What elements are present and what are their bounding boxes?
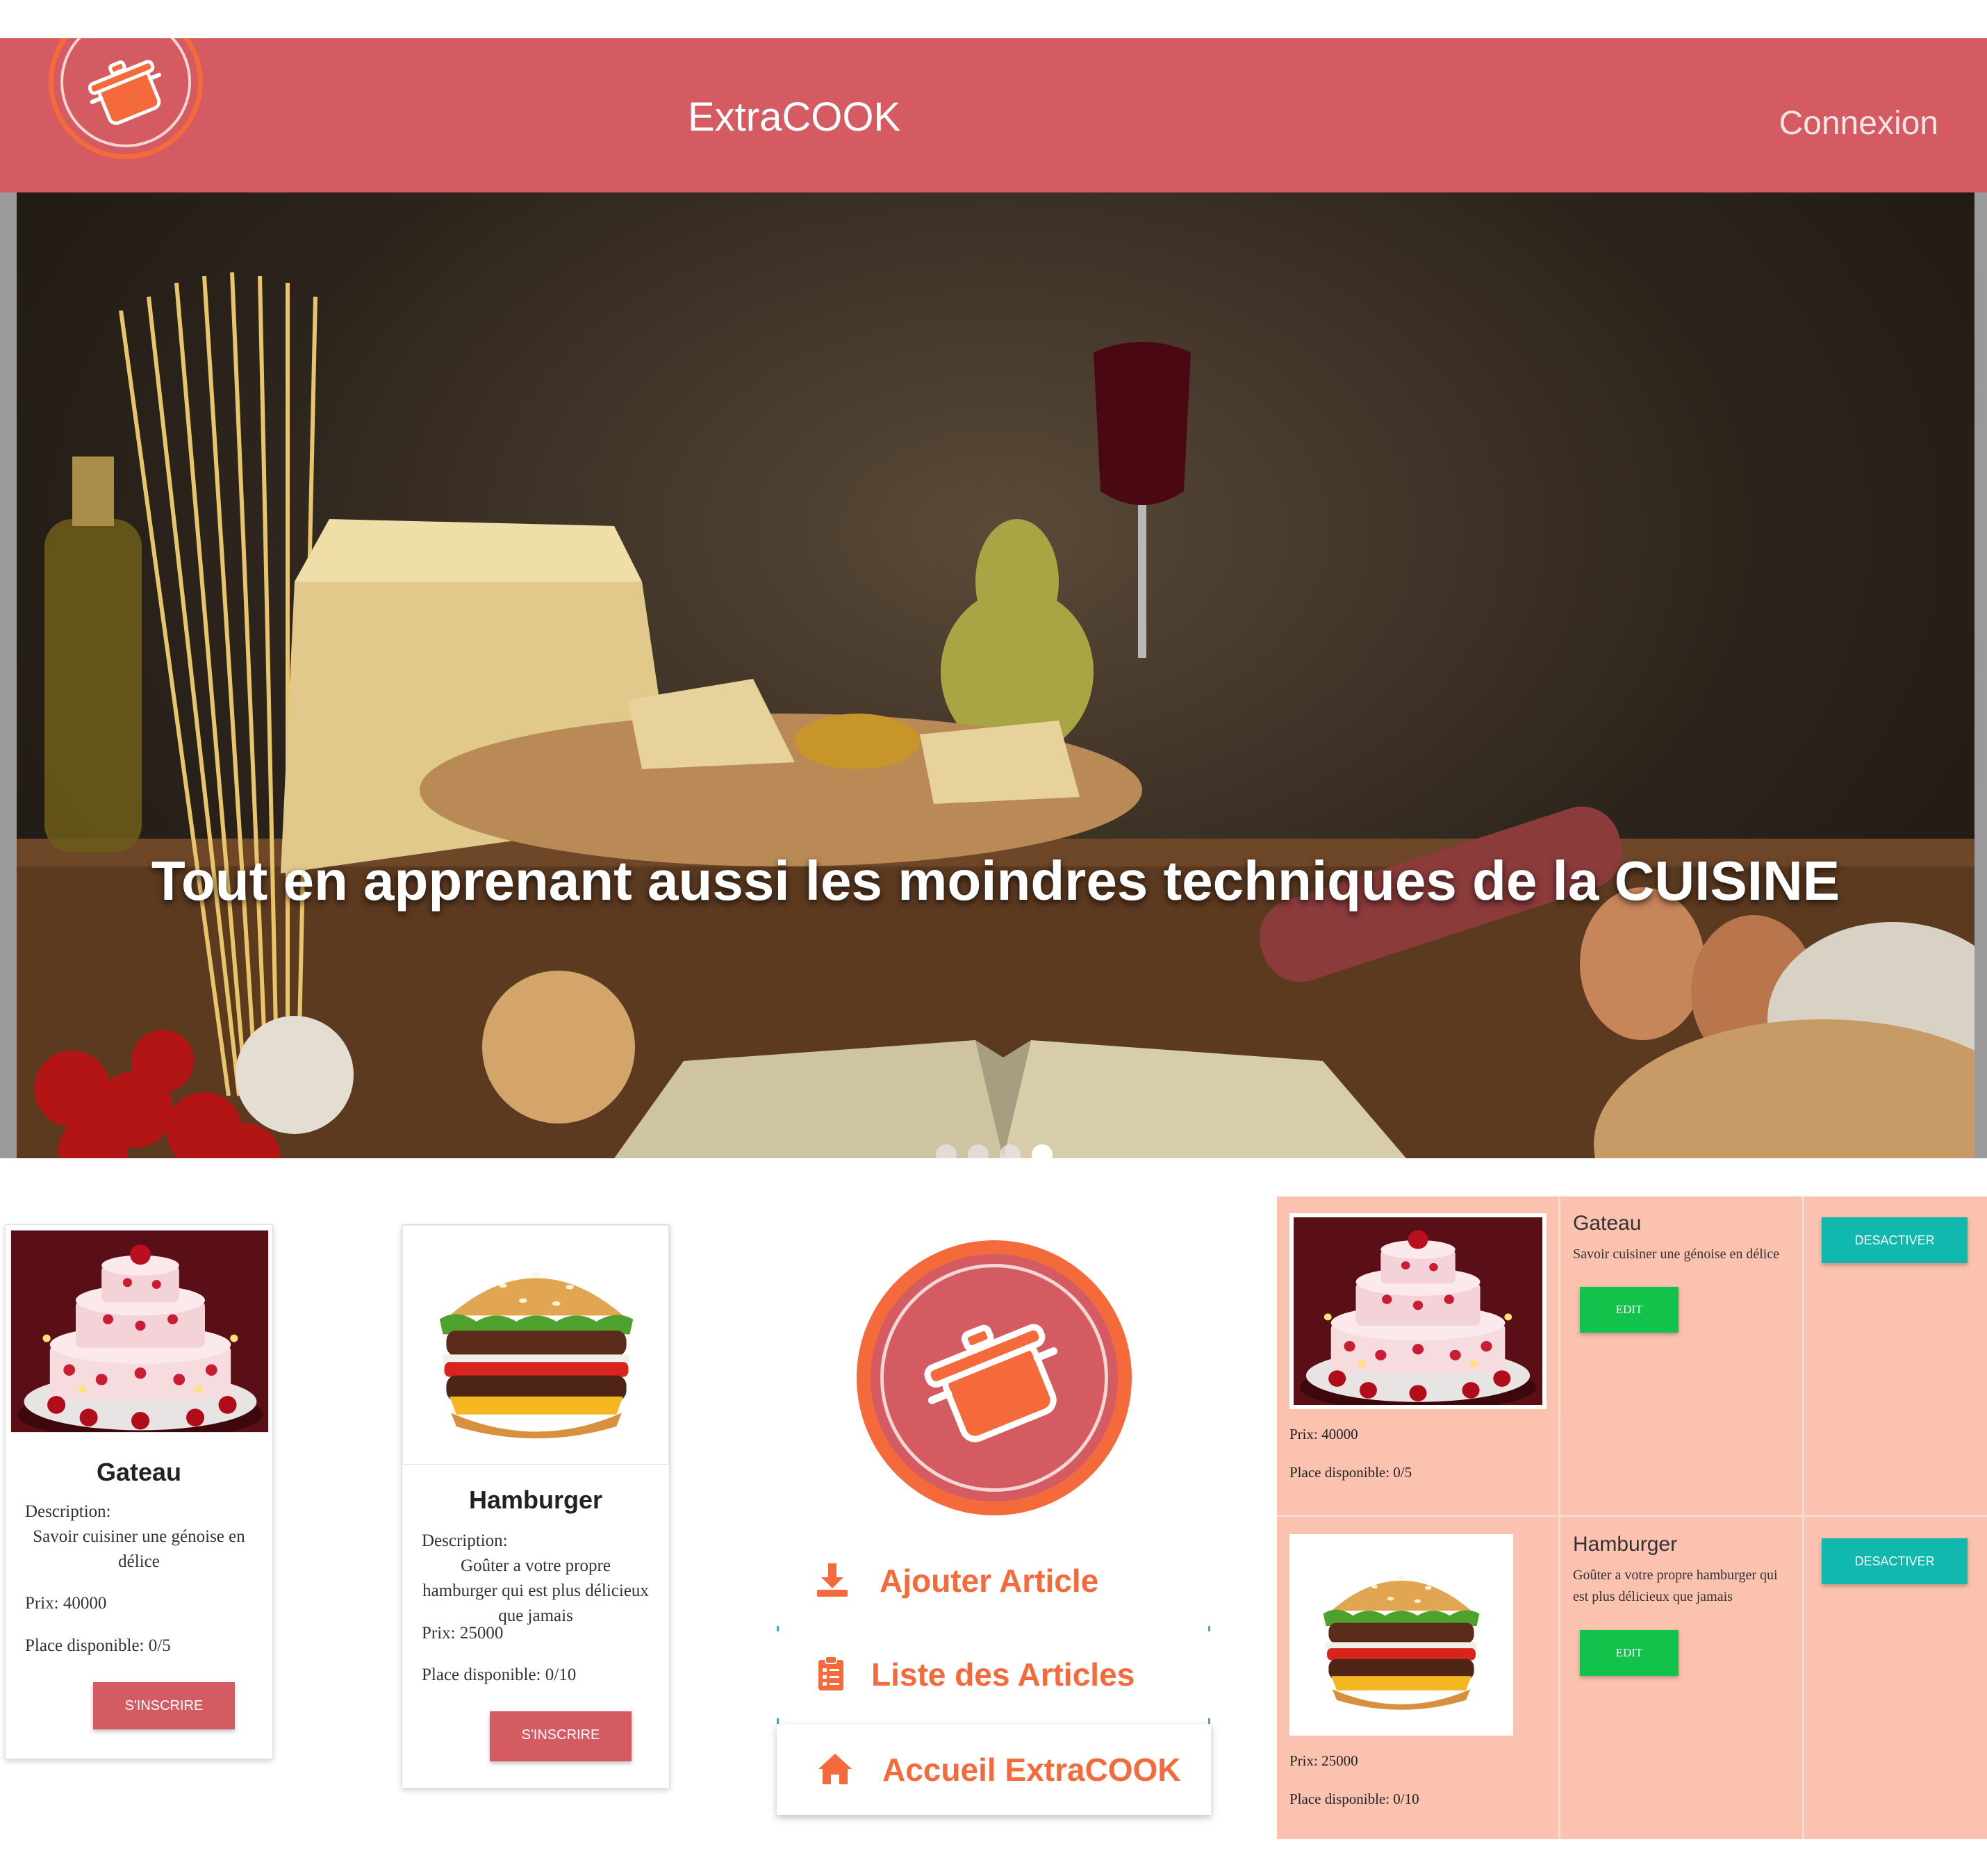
menu-item-label: Accueil ExtraCOOK — [882, 1752, 1181, 1788]
article-price: Prix: 40000 — [1289, 1426, 1358, 1442]
menu-item-article-list[interactable]: Liste des Articles — [777, 1629, 1211, 1720]
carousel-dot-1[interactable] — [936, 1144, 957, 1158]
download-icon — [817, 1563, 848, 1597]
carousel-dot-2[interactable] — [968, 1144, 989, 1158]
article-description: Goûter a votre propre hamburger qui est … — [1573, 1568, 1778, 1604]
deactivate-button[interactable]: DESACTIVER — [1822, 1538, 1968, 1584]
login-link[interactable]: Connexion — [1779, 104, 1939, 142]
menu-item-label: Liste des Articles — [871, 1656, 1135, 1693]
edit-button[interactable]: EDIT — [1580, 1287, 1679, 1333]
description-text: Goûter a votre propre hamburger qui est … — [422, 1556, 649, 1625]
burger-image — [1289, 1534, 1513, 1736]
brand-logo[interactable] — [49, 38, 203, 165]
top-navbar: ExtraCOOK Connexion — [0, 38, 1987, 192]
event-price: Prix: 25000 — [422, 1624, 504, 1643]
event-card-gateau: Gateau Description: Savoir cuisiner une … — [5, 1224, 273, 1759]
article-description: Savoir cuisiner une génoise en délice — [1573, 1246, 1780, 1262]
register-button[interactable]: S'INSCRIRE — [93, 1682, 235, 1729]
brand-title[interactable]: ExtraCOOK — [688, 94, 900, 140]
article-places: Place disponible: 0/5 — [1289, 1464, 1412, 1481]
event-description: Description: Savoir cuisiner une génoise… — [25, 1499, 253, 1574]
article-title: Hamburger — [1573, 1533, 1678, 1556]
menu-logo — [857, 1240, 1132, 1515]
description-text: Savoir cuisiner une génoise en délice — [33, 1527, 245, 1571]
cake-image — [1289, 1213, 1547, 1409]
hero-caption: Tout en apprenant aussi les moindres tec… — [151, 850, 1840, 912]
hero-carousel[interactable]: Tout en apprenant aussi les moindres tec… — [17, 192, 1974, 1158]
article-price: Prix: 25000 — [1289, 1752, 1358, 1769]
description-label: Description: — [25, 1502, 111, 1521]
carousel-dot-3[interactable] — [1000, 1144, 1021, 1158]
deactivate-button[interactable]: DESACTIVER — [1822, 1217, 1968, 1263]
article-title: Gateau — [1573, 1212, 1642, 1235]
register-button[interactable]: S'INSCRIRE — [490, 1711, 632, 1761]
description-label: Description: — [422, 1531, 508, 1550]
event-price: Prix: 40000 — [25, 1594, 107, 1613]
menu-item-add-article[interactable]: Ajouter Article — [777, 1536, 1211, 1626]
menu-item-label: Ajouter Article — [880, 1563, 1099, 1599]
admin-article-table: Prix: 40000 Place disponible: 0/5 Gateau… — [1277, 1196, 1987, 1839]
article-places: Place disponible: 0/10 — [1289, 1791, 1419, 1807]
edit-button[interactable]: EDIT — [1580, 1630, 1679, 1676]
cake-image — [10, 1230, 269, 1433]
clipboard-list-icon — [818, 1656, 843, 1690]
event-places: Place disponible: 0/5 — [25, 1636, 171, 1655]
event-title: Hamburger — [468, 1486, 603, 1514]
event-card-hamburger: Hamburger Description: Goûter a votre pr… — [402, 1224, 670, 1788]
home-icon — [818, 1754, 852, 1784]
burger-image — [402, 1225, 669, 1465]
menu-item-home[interactable]: Accueil ExtraCOOK — [777, 1725, 1211, 1815]
event-places: Place disponible: 0/10 — [422, 1665, 577, 1684]
cooking-pot-icon — [918, 1310, 1071, 1449]
event-description: Description: Goûter a votre propre hambu… — [422, 1529, 650, 1629]
carousel-dot-4[interactable] — [1032, 1144, 1053, 1158]
event-title: Gateau — [96, 1458, 182, 1486]
carousel-indicators — [936, 1144, 1053, 1158]
hero-background-image — [17, 272, 1974, 1158]
cooking-pot-icon — [85, 52, 168, 129]
